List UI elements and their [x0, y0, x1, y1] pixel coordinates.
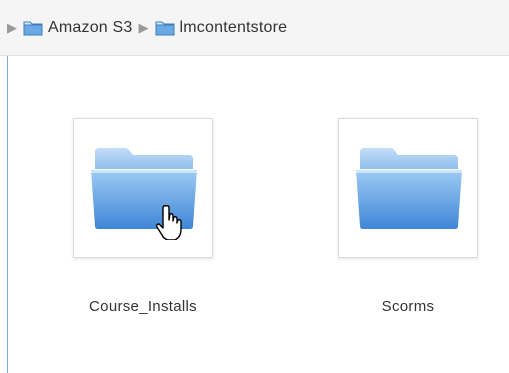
- folder-tile-course-installs[interactable]: [73, 118, 213, 258]
- breadcrumb-item-lmcontentstore[interactable]: lmcontentstore: [180, 19, 288, 37]
- folder-icon: [23, 20, 43, 36]
- breadcrumb-item-amazon-s3[interactable]: Amazon S3: [48, 19, 133, 37]
- triangle-right-icon[interactable]: ▶: [7, 21, 17, 34]
- hand-cursor-icon: [156, 205, 182, 240]
- pane-divider: [7, 56, 8, 373]
- triangle-right-icon[interactable]: ▶: [139, 21, 149, 34]
- folder-icon: [155, 20, 175, 36]
- folder-icon: [356, 148, 462, 229]
- folder-tile-scorms[interactable]: [338, 118, 478, 258]
- folder-name-course-installs[interactable]: Course_Installs: [63, 298, 223, 315]
- breadcrumb: ▶ Amazon S3 ▶ lmcontentstore: [0, 0, 509, 56]
- folder-name-scorms[interactable]: Scorms: [328, 298, 488, 315]
